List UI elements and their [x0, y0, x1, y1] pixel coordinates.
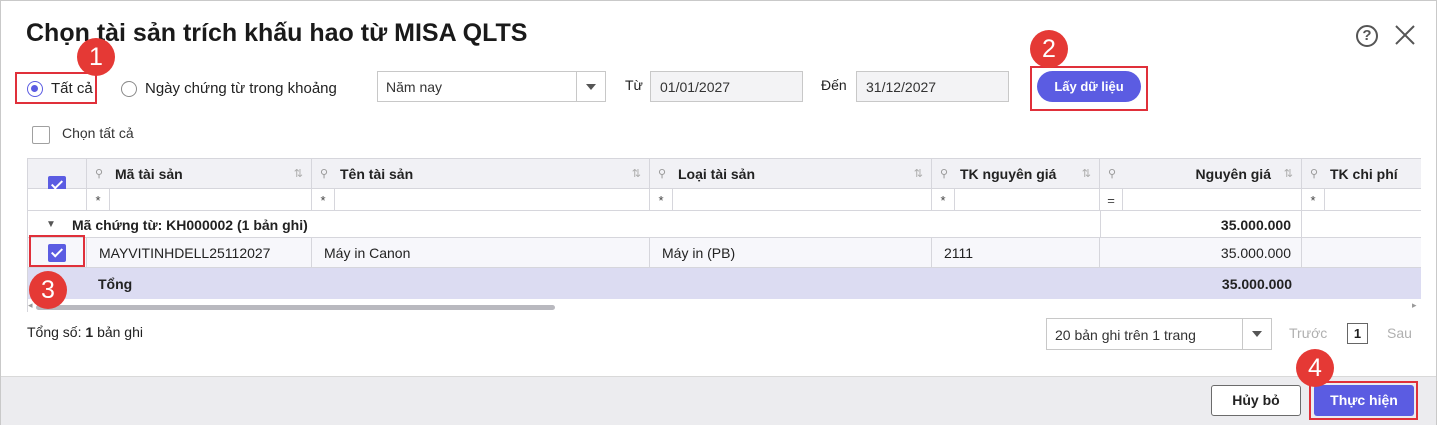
to-label: Đến: [821, 77, 847, 93]
column-header-loai-tai-san[interactable]: ⚲ Loại tài sản ⇅: [650, 159, 932, 188]
select-all-label[interactable]: Chọn tất cả: [62, 125, 134, 141]
group-total-cell: 35.000.000: [1100, 211, 1302, 237]
grid-header-row: ⚲ Mã tài sản ⇅ ⚲ Tên tài sản ⇅ ⚲ Loại tà…: [28, 158, 1421, 194]
question-circle-icon[interactable]: ?: [1356, 25, 1378, 47]
filter-cell-tk-chi-phi[interactable]: *: [1302, 189, 1421, 210]
group-label: Mã chứng từ: KH000002 (1 bản ghi): [72, 217, 308, 233]
filter-operator[interactable]: =: [1100, 189, 1123, 210]
table-row[interactable]: MAYVITINHDELL25112027 Máy in Canon Máy i…: [28, 238, 1421, 268]
annotation-badge-3: 3: [29, 271, 67, 309]
cell-ten-tai-san: Máy in Canon: [312, 238, 650, 267]
total-row: Tổng 35.000.000: [28, 268, 1421, 299]
pin-icon[interactable]: ⚲: [658, 167, 666, 180]
filter-operator[interactable]: *: [932, 189, 955, 210]
filter-cell-tk-nguyen-gia[interactable]: *: [932, 189, 1100, 210]
record-count: Tổng số: 1 bản ghi: [27, 324, 143, 340]
column-label: Loại tài sản: [678, 166, 756, 182]
column-header-ma-tai-san[interactable]: ⚲ Mã tài sản ⇅: [87, 159, 312, 188]
prev-page-link[interactable]: Trước: [1289, 325, 1327, 341]
grid-filter-row: * * * * = *: [28, 189, 1421, 211]
annotation-box-2: [1030, 66, 1148, 111]
annotation-badge-4: 4: [1296, 349, 1334, 387]
cell-text: Máy in (PB): [662, 245, 736, 261]
header-checkbox-cell: [28, 159, 87, 194]
filter-operator[interactable]: *: [650, 189, 673, 210]
sort-icon[interactable]: ⇅: [632, 167, 641, 180]
chevron-down-icon[interactable]: [576, 72, 605, 101]
filter-cell-ten-tai-san[interactable]: *: [312, 189, 650, 210]
pin-icon[interactable]: ⚲: [940, 167, 948, 180]
column-header-tk-chi-phi[interactable]: ⚲ TK chi phí: [1302, 159, 1421, 188]
radio-date-range[interactable]: [121, 81, 137, 97]
cell-tk-nguyen-gia: 2111: [932, 238, 1100, 267]
filter-operator[interactable]: *: [1302, 189, 1325, 210]
asset-grid: ⚲ Mã tài sản ⇅ ⚲ Tên tài sản ⇅ ⚲ Loại tà…: [27, 158, 1421, 312]
scroll-right-icon[interactable]: ▸: [1412, 300, 1417, 311]
group-row[interactable]: ▼ Mã chứng từ: KH000002 (1 bản ghi) 35.0…: [28, 211, 1421, 238]
filter-cell-loai-tai-san[interactable]: *: [650, 189, 932, 210]
column-header-ten-tai-san[interactable]: ⚲ Tên tài sản ⇅: [312, 159, 650, 188]
column-label: Tên tài sản: [340, 166, 414, 182]
cell-ma-tai-san: MAYVITINHDELL25112027: [87, 238, 312, 267]
record-count-number: 1: [85, 324, 94, 340]
radio-date-range-label[interactable]: Ngày chứng từ trong khoảng: [145, 80, 337, 97]
cell-text: Máy in Canon: [324, 245, 411, 261]
total-value: 35.000.000: [1221, 276, 1292, 292]
select-all-checkbox[interactable]: [32, 126, 50, 144]
annotation-badge-2: 2: [1030, 30, 1068, 68]
filter-cell-empty: [28, 189, 87, 210]
pin-icon[interactable]: ⚲: [320, 167, 328, 180]
filter-cell-ma-tai-san[interactable]: *: [87, 189, 312, 210]
pin-icon[interactable]: ⚲: [1108, 167, 1116, 180]
column-label: Mã tài sản: [115, 166, 183, 182]
from-label: Từ: [625, 77, 643, 93]
sort-icon[interactable]: ⇅: [1082, 167, 1091, 180]
sort-icon[interactable]: ⇅: [1284, 167, 1293, 180]
annotation-box-4: [1309, 381, 1418, 420]
total-label: Tổng: [98, 276, 133, 292]
cell-nguyen-gia: 35.000.000: [1100, 238, 1302, 267]
to-date-input[interactable]: 31/12/2027: [856, 71, 1009, 102]
period-select-value: Năm nay: [386, 79, 443, 95]
page-size-select[interactable]: 20 bản ghi trên 1 trang: [1046, 318, 1272, 350]
column-label: Nguyên giá: [1195, 166, 1271, 182]
page-size-value: 20 bản ghi trên 1 trang: [1055, 327, 1196, 343]
column-label: TK nguyên giá: [960, 166, 1057, 182]
close-icon[interactable]: [1393, 23, 1417, 47]
asset-depreciation-dialog: Chọn tài sản trích khấu hao từ MISA QLTS…: [0, 0, 1437, 425]
chevron-down-icon[interactable]: [1242, 319, 1271, 349]
scrollbar-thumb[interactable]: [36, 305, 555, 310]
annotation-box-1: [15, 72, 97, 104]
from-date-input[interactable]: 01/01/2027: [650, 71, 803, 102]
pin-icon[interactable]: ⚲: [1310, 167, 1318, 180]
next-page-link[interactable]: Sau: [1387, 325, 1412, 341]
sort-icon[interactable]: ⇅: [914, 167, 923, 180]
cell-text: MAYVITINHDELL25112027: [99, 245, 271, 261]
group-total-value: 35.000.000: [1220, 217, 1291, 233]
record-count-suffix: bản ghi: [97, 324, 143, 340]
column-header-tk-nguyen-gia[interactable]: ⚲ TK nguyên giá ⇅: [932, 159, 1100, 188]
record-count-prefix: Tổng số:: [27, 324, 82, 340]
horizontal-scrollbar[interactable]: ◂ ▸: [28, 300, 1421, 312]
scroll-left-icon[interactable]: ◂: [28, 300, 33, 311]
period-select[interactable]: Năm nay: [377, 71, 606, 102]
filter-cell-nguyen-gia[interactable]: =: [1100, 189, 1302, 210]
column-header-nguyen-gia[interactable]: ⚲ Nguyên giá ⇅: [1100, 159, 1302, 188]
filter-operator[interactable]: *: [312, 189, 335, 210]
cancel-button[interactable]: Hủy bỏ: [1211, 385, 1301, 416]
filter-operator[interactable]: *: [87, 189, 110, 210]
caret-down-icon[interactable]: ▼: [46, 219, 56, 230]
pin-icon[interactable]: ⚲: [95, 167, 103, 180]
annotation-badge-1: 1: [77, 38, 115, 76]
cell-loai-tai-san: Máy in (PB): [650, 238, 932, 267]
sort-icon[interactable]: ⇅: [294, 167, 303, 180]
cell-text: 2111: [944, 245, 974, 261]
column-label: TK chi phí: [1330, 166, 1398, 182]
cell-text: 35.000.000: [1220, 245, 1291, 261]
page-number[interactable]: 1: [1347, 323, 1368, 344]
annotation-box-3: [29, 235, 85, 267]
